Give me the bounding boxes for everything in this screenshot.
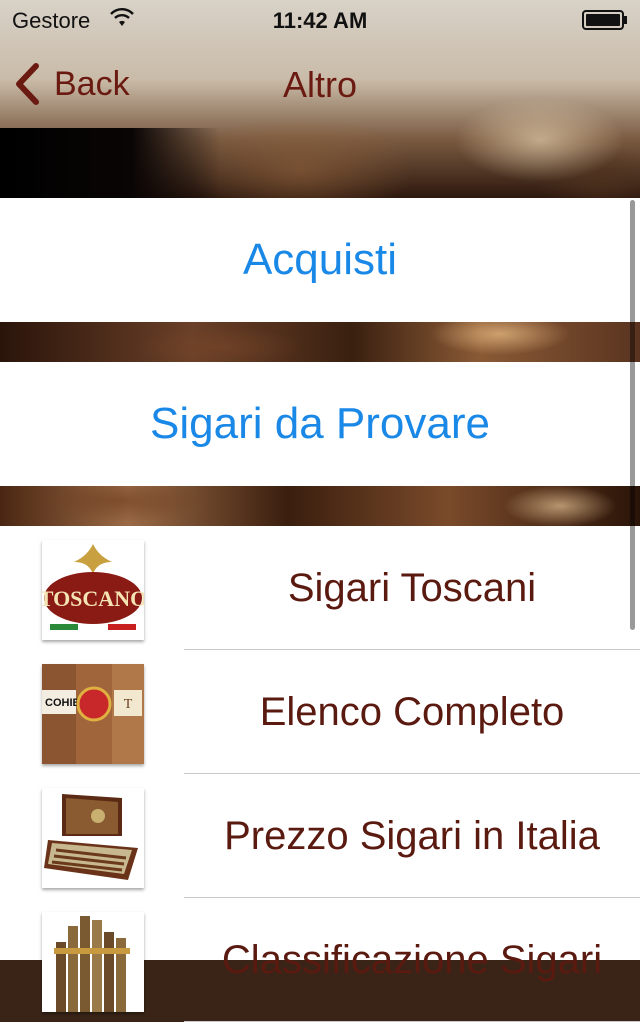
scroll-indicator[interactable] [630,200,635,630]
page-title: Altro [282,64,358,105]
list-item-label: Elenco Completo [259,689,565,734]
list-item-sigari-toscani[interactable]: TOSCANO Sigari Toscani [0,526,640,650]
cigar-bands-icon: COHIBA T [42,664,144,764]
list-item-label: Prezzo Sigari in Italia [224,813,600,858]
clock: 11:42 AM [272,8,368,33]
list-item-elenco-completo[interactable]: COHIBA T Elenco Completo [0,650,640,774]
acquisti-label: Acquisti [242,235,398,284]
sigari-da-provare-label: Sigari da Provare [150,399,490,448]
list-item-classificazione-sigari[interactable]: Classificazione Sigari [0,898,640,1022]
sigari-da-provare-button[interactable]: Sigari da Provare [0,362,640,486]
list-item-label: Sigari Toscani [287,565,537,610]
battery-icon [582,10,627,30]
navigation-bar: Back Altro [0,40,640,128]
section-divider-image [0,486,640,526]
cigar-bundle-icon [42,912,144,1012]
svg-text:TOSCANO: TOSCANO [42,586,144,611]
section-divider-image [0,322,640,362]
acquisti-button[interactable]: Acquisti [0,198,640,322]
toscano-logo-icon: TOSCANO [42,540,144,640]
humidor-icon [42,788,144,888]
list-item-label: Classificazione Sigari [221,937,603,982]
list-item-prezzo-sigari[interactable]: Prezzo Sigari in Italia [0,774,640,898]
status-bar: Gestore 11:42 AM [0,0,640,40]
menu-list: TOSCANO Sigari Toscani COHIBA T Elenco C… [0,526,640,1022]
svg-text:T: T [124,697,133,712]
